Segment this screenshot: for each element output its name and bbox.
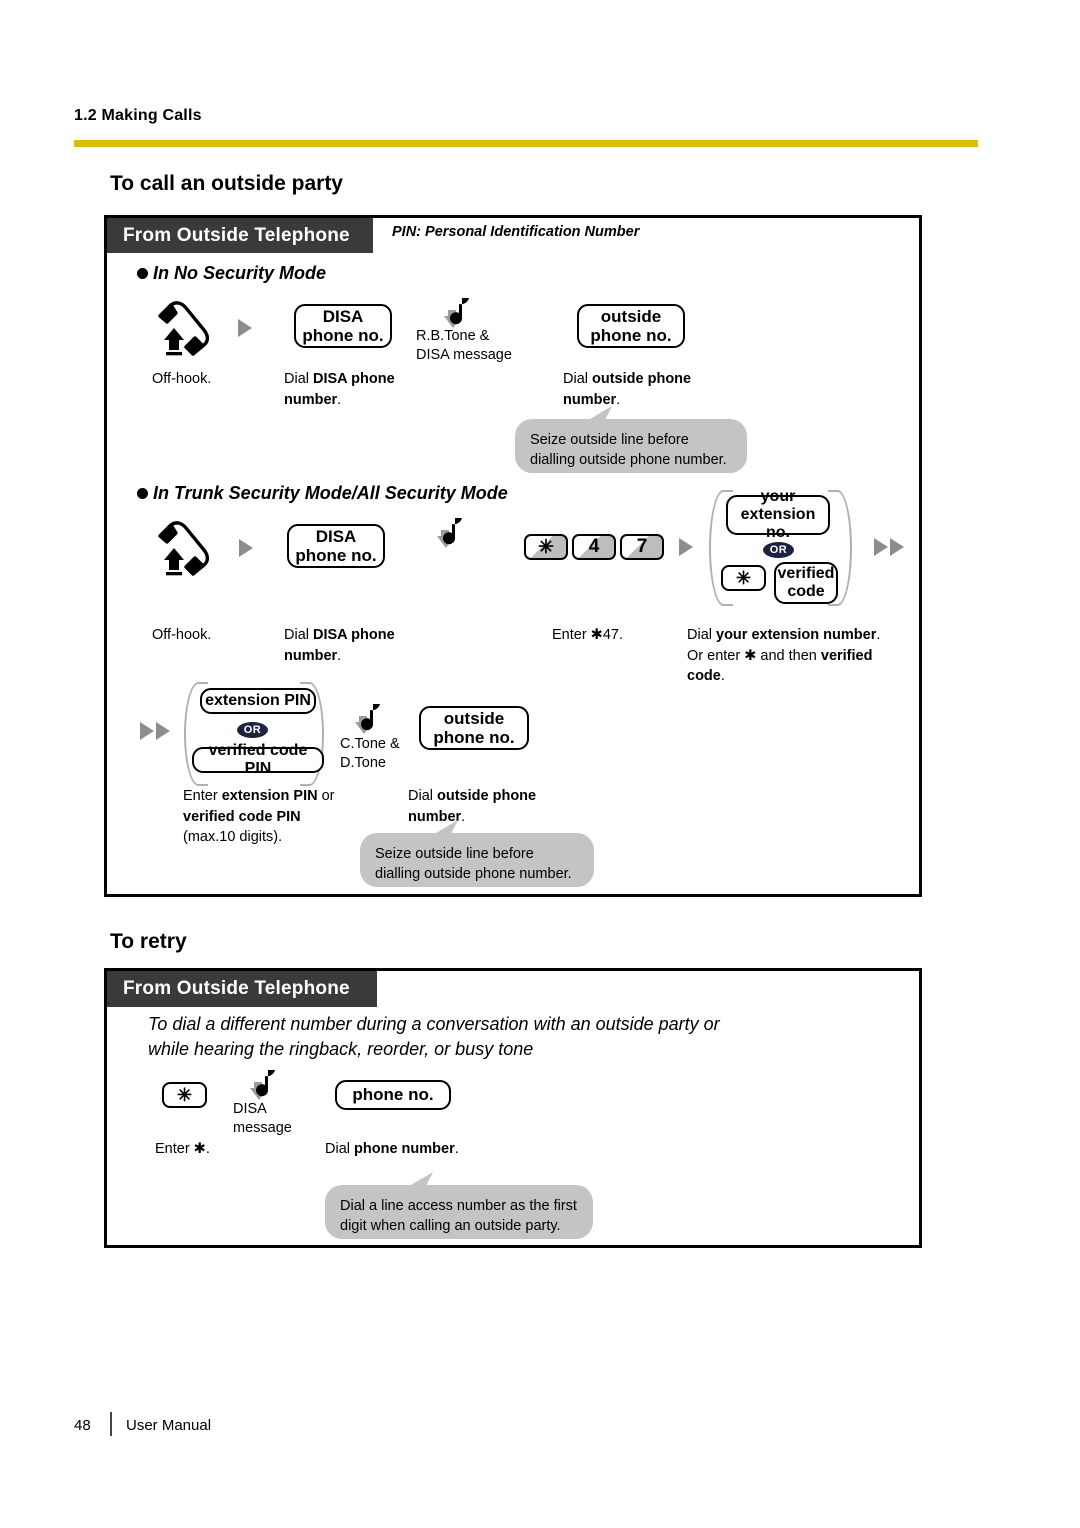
- tone-music-note-icon-4: [250, 1070, 275, 1100]
- tone-line-2: DISA message: [416, 347, 512, 364]
- retry-description-line-1: To dial a different number during a conv…: [148, 1014, 720, 1034]
- caption-dial-extension: Dial your extension number. Or enter ✱ a…: [687, 627, 881, 685]
- key-line-1: DISA: [322, 306, 364, 326]
- caption-dial-disa-1: Dial DISA phone number.: [284, 371, 395, 408]
- footer-label: User Manual: [126, 1417, 212, 1434]
- dial-key-7[interactable]: 7: [620, 534, 664, 560]
- key-line-2: phone no.: [295, 546, 377, 565]
- key-line-2: code: [787, 583, 825, 600]
- tone-label-3: C.Tone & D.Tone: [340, 735, 400, 773]
- tone-line-2: message: [233, 1120, 292, 1137]
- flow-arrow-5a: [140, 722, 154, 740]
- mode-heading-no-security: In No Security Mode: [137, 263, 326, 284]
- key-verified-code[interactable]: verified code: [774, 562, 838, 604]
- key-phone-no[interactable]: phone no.: [335, 1080, 451, 1110]
- callout-seize-line-1: Seize outside line before dialling outsi…: [515, 419, 747, 473]
- flow-arrow-5b: [156, 722, 170, 740]
- caption-enter-star47: Enter ✱47.: [552, 627, 623, 643]
- tone-line-1: C.Tone &: [340, 736, 400, 752]
- or-badge-2: OR: [237, 722, 268, 738]
- mode-heading-trunk-security: In Trunk Security Mode/All Security Mode: [137, 483, 508, 504]
- callout-tail-3: [399, 1172, 433, 1192]
- retry-description: To dial a different number during a conv…: [148, 1012, 848, 1062]
- running-head: 1.2 Making Calls: [74, 107, 202, 124]
- dial-key-star[interactable]: ✳: [524, 534, 568, 560]
- key-line-2: phone no.: [433, 728, 515, 747]
- caption-offhook-2: Off-hook.: [152, 627, 212, 643]
- tone-line-1: DISA: [233, 1101, 267, 1117]
- callout-seize-line-2: Seize outside line before dialling outsi…: [360, 833, 594, 887]
- section1-tab-header: From Outside Telephone: [107, 218, 373, 253]
- tone-music-note-icon-3: [355, 704, 380, 734]
- section2-tab-header: From Outside Telephone: [107, 971, 377, 1007]
- key-star-1[interactable]: ✳: [721, 565, 766, 591]
- caption-offhook-1: Off-hook.: [152, 371, 212, 387]
- key-line-2: phone no.: [302, 326, 384, 345]
- caption-enter-star: Enter ✱.: [155, 1141, 210, 1157]
- tone-line-1: R.B.Tone &: [416, 328, 490, 344]
- header-rule: [74, 140, 978, 147]
- tone-line-2: D.Tone: [340, 755, 386, 772]
- footer-divider: [110, 1412, 112, 1436]
- tone-music-note-icon-2: [437, 518, 462, 548]
- callout-line-access: Dial a line access number as the first d…: [325, 1185, 593, 1239]
- tone-label-4: DISA message: [233, 1100, 292, 1138]
- key-outside-phone-no-2[interactable]: outside phone no.: [419, 706, 529, 750]
- section1-tab-label: From Outside Telephone: [123, 224, 350, 246]
- key-line-1: your: [760, 488, 796, 506]
- mode-heading-trunk-security-label: In Trunk Security Mode/All Security Mode: [153, 483, 508, 503]
- flow-arrow-4b: [890, 538, 904, 556]
- key-line-1: verified: [777, 565, 835, 583]
- key-disa-phone-no-1[interactable]: DISA phone no.: [294, 304, 392, 348]
- row-divider: [919, 488, 921, 628]
- caption-dial-phone-number: Dial phone number.: [325, 1141, 459, 1157]
- offhook-handset-icon: [158, 301, 210, 356]
- callout-tail-1: [578, 406, 612, 426]
- key-line-2: phone no.: [590, 326, 672, 345]
- key-line-1: outside: [443, 708, 505, 728]
- key-line-1: DISA: [315, 526, 357, 546]
- pin-definition-note: PIN: Personal Identification Number: [392, 224, 640, 240]
- bullet-dot-icon: [137, 488, 148, 499]
- key-outside-phone-no-1[interactable]: outside phone no.: [577, 304, 685, 348]
- key-line-2: extension no.: [740, 506, 816, 541]
- bullet-dot-icon: [137, 268, 148, 279]
- flow-arrow-4a: [874, 538, 888, 556]
- key-line-1: outside: [600, 306, 662, 326]
- key-verified-code-pin[interactable]: verified code PIN: [192, 742, 324, 777]
- retry-description-line-2: while hearing the ringback, reorder, or …: [148, 1039, 534, 1060]
- section-title-call-outside: To call an outside party: [110, 172, 343, 195]
- dial-key-4[interactable]: 4: [572, 534, 616, 560]
- caption-dial-disa-2: Dial DISA phone number.: [284, 627, 395, 664]
- section2-tab-label: From Outside Telephone: [123, 978, 350, 999]
- footer-page-number: 48: [74, 1417, 91, 1434]
- mode-heading-no-security-label: In No Security Mode: [153, 263, 327, 283]
- key-extension-pin[interactable]: extension PIN: [200, 688, 316, 714]
- section-title-retry: To retry: [110, 930, 187, 953]
- flow-arrow-3: [679, 538, 693, 556]
- key-your-extension-no[interactable]: your extension no.: [726, 488, 830, 541]
- flow-arrow-2: [239, 539, 253, 557]
- or-badge-1: OR: [763, 542, 794, 558]
- offhook-handset-icon-2: [158, 521, 210, 576]
- callout-tail-2: [424, 820, 458, 840]
- key-disa-phone-no-2[interactable]: DISA phone no.: [287, 524, 385, 568]
- flow-arrow-1: [238, 319, 252, 337]
- key-star-2[interactable]: ✳: [162, 1082, 207, 1108]
- caption-enter-pin: Enter extension PIN or verified code PIN…: [183, 788, 335, 846]
- tone-label-1: R.B.Tone & DISA message: [416, 327, 512, 365]
